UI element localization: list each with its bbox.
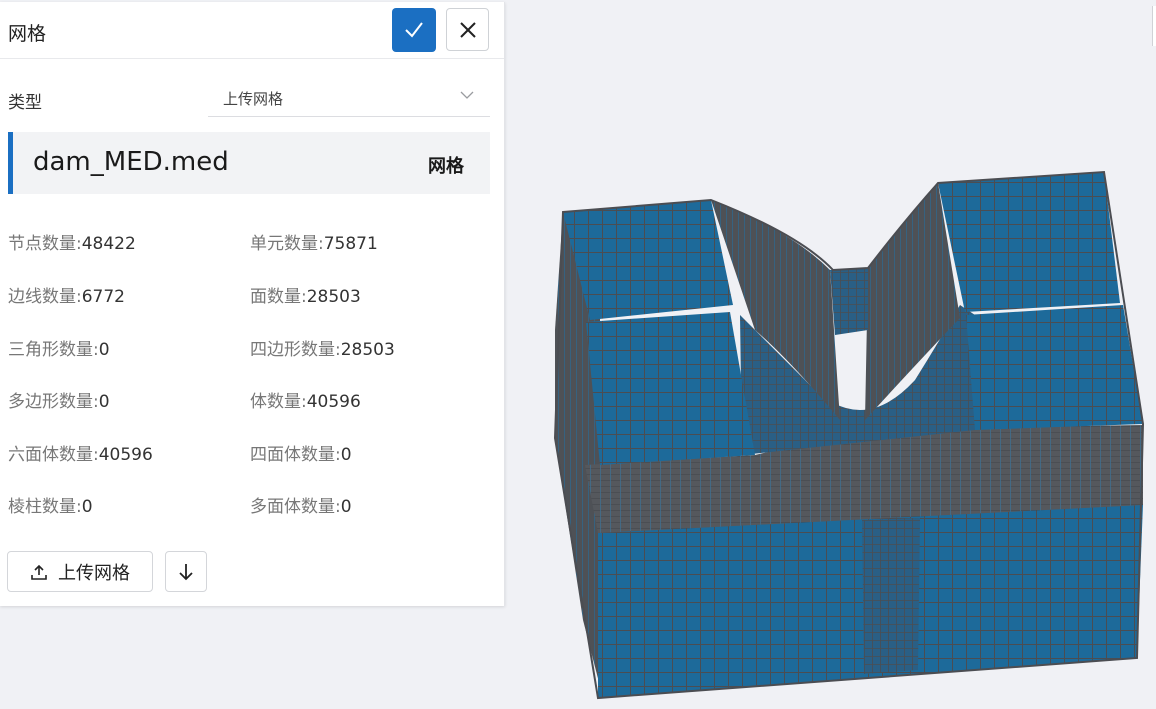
mesh-3d-viewport[interactable] — [505, 0, 1156, 705]
mesh-top-right-block — [938, 172, 1120, 312]
close-icon — [459, 21, 476, 38]
stat-edge-count: 边线数量:6772 — [8, 287, 125, 307]
stat-node-count: 节点数量:48422 — [8, 234, 136, 254]
type-select-value: 上传网格 — [223, 90, 284, 108]
stat-prism-count: 棱柱数量:0 — [8, 497, 93, 517]
upload-icon — [31, 564, 47, 580]
mesh-top-left-block — [563, 200, 733, 320]
viewport-edge-toolbar — [1152, 6, 1156, 46]
type-label: 类型 — [8, 93, 42, 113]
close-button[interactable] — [446, 8, 489, 51]
stat-polyhedron-count: 多面体数量:0 — [250, 497, 352, 517]
upload-mesh-label: 上传网格 — [58, 562, 130, 583]
confirm-button[interactable] — [392, 8, 436, 52]
panel-title: 网格 — [8, 23, 47, 45]
file-type-tag: 网格 — [428, 156, 464, 177]
mesh-mid-right-block — [966, 305, 1143, 430]
mesh-model — [553, 170, 1145, 700]
stat-element-count: 单元数量:75871 — [250, 234, 378, 254]
mesh-channel-top — [830, 268, 868, 335]
mesh-channel-front — [862, 518, 920, 674]
upload-mesh-button[interactable]: 上传网格 — [7, 551, 153, 592]
file-name: dam_MED.med — [33, 147, 229, 177]
stat-volume-count: 体数量:40596 — [250, 392, 361, 412]
mesh-panel: 网格 类型 上传网格 dam_MED.med 网格 节点数量:48422 单元数… — [0, 2, 505, 606]
chevron-down-icon — [460, 91, 474, 99]
stat-hexahedron-count: 六面体数量:40596 — [8, 445, 153, 465]
check-icon — [405, 22, 423, 38]
stat-quad-count: 四边形数量:28503 — [250, 340, 395, 360]
panel-header: 网格 — [0, 2, 504, 59]
download-icon — [179, 563, 193, 580]
stat-triangle-count: 三角形数量:0 — [8, 340, 110, 360]
download-button[interactable] — [165, 551, 207, 592]
stat-face-count: 面数量:28503 — [250, 287, 361, 307]
mesh-mid-left-block — [586, 312, 755, 465]
type-select[interactable]: 上传网格 — [208, 78, 490, 117]
mesh-file-card: dam_MED.med 网格 — [8, 132, 490, 194]
stat-polygon-count: 多边形数量:0 — [8, 392, 110, 412]
stat-tetrahedron-count: 四面体数量:0 — [250, 445, 352, 465]
